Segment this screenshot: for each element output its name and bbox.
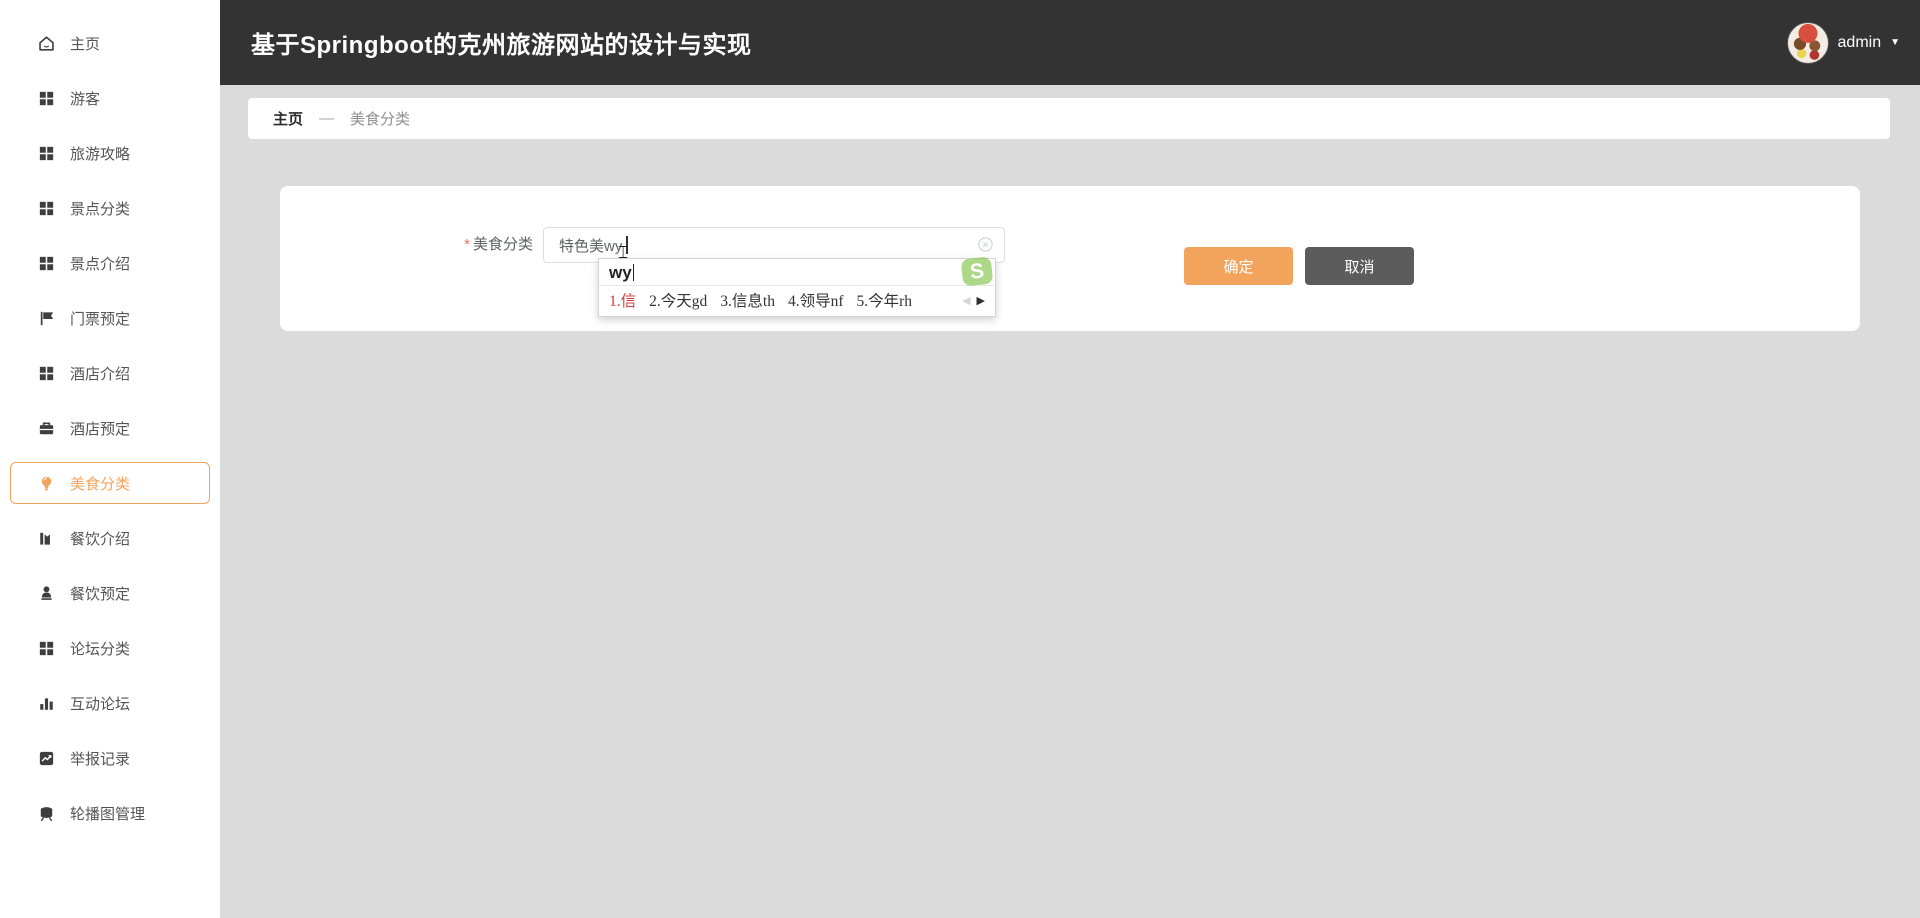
- sidebar-item-carousel-management[interactable]: 轮播图管理: [10, 792, 210, 834]
- breadcrumb-current: 美食分类: [350, 111, 411, 128]
- grid-icon: [37, 199, 56, 218]
- person-icon: [37, 584, 56, 603]
- sidebar-item-dining-intro[interactable]: 餐饮介绍: [10, 517, 210, 559]
- sidebar-item-home[interactable]: 主页: [10, 22, 210, 64]
- flag-icon: [37, 309, 56, 328]
- sidebar-item-forum-category[interactable]: 论坛分类: [10, 627, 210, 669]
- form-card: *美食分类 ⌶ 确定 取消 wy 1.: [280, 186, 1860, 331]
- briefcase-icon: [37, 419, 56, 438]
- sidebar-item-interactive-forum[interactable]: 互动论坛: [10, 682, 210, 724]
- sidebar-item-report-records[interactable]: 举报记录: [10, 737, 210, 779]
- sidebar-item-label: 餐饮预定: [70, 585, 131, 603]
- ime-candidate[interactable]: 3.信息th: [720, 289, 775, 311]
- sidebar-item-hotel-intro[interactable]: 酒店介绍: [10, 352, 210, 394]
- content-area: 主页 — 美食分类 *美食分类 ⌶ 确定 取消: [220, 85, 1920, 918]
- sidebar-item-label: 酒店介绍: [70, 365, 131, 383]
- building-icon: [37, 529, 56, 548]
- sidebar-item-label: 轮播图管理: [70, 805, 146, 823]
- sidebar-item-tourist[interactable]: 游客: [10, 77, 210, 119]
- trend-chart-icon: [37, 749, 56, 768]
- sidebar: 主页游客旅游攻略景点分类景点介绍门票预定酒店介绍酒店预定美食分类餐饮介绍餐饮预定…: [0, 0, 220, 918]
- ime-candidate-list: 1.信 2.今天gd 3.信息th 4.领导nf 5.今年rh ◀ ▶: [599, 285, 995, 316]
- sidebar-item-travel-guide[interactable]: 旅游攻略: [10, 132, 210, 174]
- sidebar-item-scenic-category[interactable]: 景点分类: [10, 187, 210, 229]
- food-category-label: * 美食分类: [280, 227, 533, 263]
- sidebar-item-label: 论坛分类: [70, 640, 131, 658]
- app-window: 主页 游客 旅游攻略 景点分类 景点介绍 门票预定 酒店介绍 酒店预定 美食分类 餐饮介绍 餐饮预定…: [0, 0, 1920, 918]
- home-icon: [37, 34, 56, 53]
- sidebar-item-label: 景点分类: [70, 200, 131, 218]
- ime-composition-text: wy: [609, 262, 632, 282]
- user-menu[interactable]: admin ▼: [1786, 0, 1900, 85]
- confirm-button[interactable]: 确定: [1184, 247, 1293, 285]
- avatar[interactable]: [1786, 21, 1829, 64]
- food-category-label-text: 美食分类: [472, 236, 533, 253]
- sidebar-item-label: 餐饮介绍: [70, 530, 131, 548]
- sogou-ime-logo-icon: S: [960, 256, 994, 287]
- grid-icon: [37, 89, 56, 108]
- ime-candidate[interactable]: 2.今天gd: [649, 289, 707, 311]
- lightbulb-icon: [37, 474, 56, 493]
- grid-icon: [37, 254, 56, 273]
- sidebar-item-label: 美食分类: [70, 475, 131, 493]
- bar-chart-icon: [37, 694, 56, 713]
- sidebar-item-label: 旅游攻略: [70, 145, 131, 163]
- breadcrumb-home-link[interactable]: 主页: [273, 108, 303, 129]
- breadcrumb: 主页 — 美食分类: [248, 98, 1890, 139]
- grid-icon: [37, 144, 56, 163]
- sidebar-item-label: 门票预定: [70, 310, 131, 328]
- grid-icon: [37, 364, 56, 383]
- next-page-icon[interactable]: ▶: [977, 294, 985, 307]
- sidebar-item-label: 举报记录: [70, 750, 131, 768]
- sidebar-item-label: 互动论坛: [70, 695, 131, 713]
- ime-composition: wy: [599, 259, 995, 285]
- sidebar-item-ticket-booking[interactable]: 门票预定: [10, 297, 210, 339]
- chevron-down-icon[interactable]: ▼: [1890, 37, 1900, 48]
- username-label: admin: [1837, 33, 1882, 51]
- sidebar-item-label: 景点介绍: [70, 255, 131, 273]
- grid-icon: [37, 639, 56, 658]
- clear-input-icon[interactable]: [978, 237, 993, 252]
- ime-candidate[interactable]: 4.领导nf: [788, 289, 844, 311]
- sidebar-item-food-category[interactable]: 美食分类: [10, 462, 210, 504]
- cancel-button[interactable]: 取消: [1305, 247, 1414, 285]
- top-header: 基于Springboot的克州旅游网站的设计与实现 admin ▼: [220, 0, 1920, 85]
- ime-caret: [632, 264, 635, 281]
- ime-popup: wy 1.信 2.今天gd 3.信息th 4.领导nf 5.今年rh ◀ ▶ S: [598, 256, 996, 317]
- required-mark: *: [464, 236, 470, 253]
- sidebar-nav: 主页游客旅游攻略景点分类景点介绍门票预定酒店介绍酒店预定美食分类餐饮介绍餐饮预定…: [0, 0, 220, 834]
- sidebar-item-label: 游客: [70, 90, 101, 108]
- page-title: 基于Springboot的克州旅游网站的设计与实现: [251, 32, 752, 59]
- prev-page-icon[interactable]: ◀: [962, 294, 970, 307]
- ime-pager: ◀ ▶: [962, 294, 985, 307]
- ime-candidate[interactable]: 1.信: [609, 289, 636, 311]
- mouse-ibeam-cursor: ⌶: [618, 243, 629, 263]
- ime-candidate[interactable]: 5.今年rh: [857, 289, 913, 311]
- breadcrumb-separator: —: [319, 110, 335, 127]
- sidebar-item-dining-booking[interactable]: 餐饮预定: [10, 572, 210, 614]
- sidebar-item-hotel-booking[interactable]: 酒店预定: [10, 407, 210, 449]
- sidebar-item-label: 酒店预定: [70, 420, 131, 438]
- sidebar-item-label: 主页: [70, 35, 101, 53]
- screen-icon: [37, 804, 56, 823]
- sidebar-item-scenic-intro[interactable]: 景点介绍: [10, 242, 210, 284]
